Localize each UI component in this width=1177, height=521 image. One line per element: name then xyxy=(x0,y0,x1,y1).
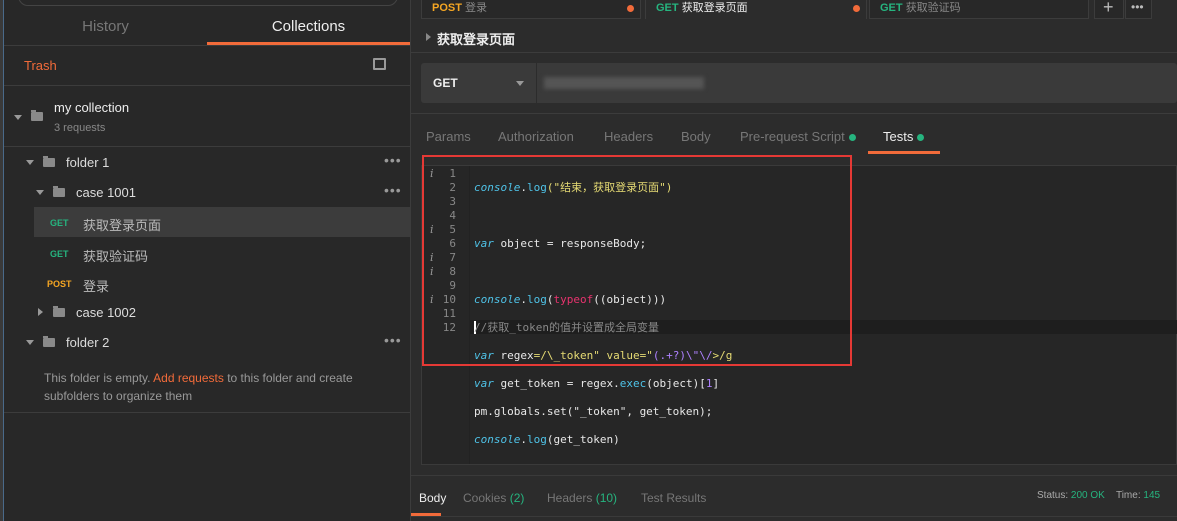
method-badge: GET xyxy=(50,249,69,259)
tab-params[interactable]: Params xyxy=(426,129,471,144)
tab-label: Pre-request Script xyxy=(740,129,845,144)
folder-icon xyxy=(43,336,55,347)
tab-headers[interactable]: Headers xyxy=(604,129,653,144)
response-status: Status: 200 OK Time: 145 xyxy=(1037,490,1161,501)
case-1001-row[interactable]: case 1001 ••• xyxy=(4,180,410,204)
tab-authorization[interactable]: Authorization xyxy=(498,129,574,144)
tab-tests[interactable]: Tests xyxy=(883,129,925,144)
divider xyxy=(4,45,410,46)
folder-name: case 1002 xyxy=(76,305,136,320)
request-name: 登录 xyxy=(83,279,110,294)
divider xyxy=(4,146,410,147)
code-line: var get_token = regex.exec(object)[1] xyxy=(474,377,720,390)
tab-test-results[interactable]: Test Results xyxy=(641,491,706,505)
folder-icon xyxy=(53,186,65,197)
chevron-down-icon[interactable] xyxy=(36,190,44,195)
method-badge: GET xyxy=(50,218,69,228)
code-line: pm.globals.set("_token", get_token); xyxy=(474,405,713,418)
unsaved-dot-icon xyxy=(627,5,634,12)
chevron-right-icon[interactable] xyxy=(38,308,43,316)
empty-folder-message: This folder is empty. Add requests to th… xyxy=(44,369,384,405)
more-options-icon[interactable]: ••• xyxy=(384,182,402,198)
blurred-url xyxy=(544,77,704,89)
tab-cookies[interactable]: Cookies (2) xyxy=(463,491,524,505)
request-name: 获取登录页面 xyxy=(83,218,162,233)
tab-collections[interactable]: Collections xyxy=(207,10,410,46)
request-name: 获取验证码 xyxy=(83,249,149,264)
folder-2-row[interactable]: folder 2 ••• xyxy=(4,330,410,354)
method-value: GET xyxy=(433,76,458,90)
tab-name: 登录 xyxy=(465,2,488,14)
chevron-down-icon[interactable] xyxy=(26,160,34,165)
folder-icon xyxy=(31,110,43,121)
highlight-box xyxy=(422,155,852,366)
url-input[interactable] xyxy=(538,63,1177,103)
divider xyxy=(4,85,410,86)
method-badge: POST xyxy=(47,279,72,289)
tab-history[interactable]: History xyxy=(4,10,207,46)
divider xyxy=(4,412,410,413)
request-tab[interactable]: POST 登录 xyxy=(421,0,641,19)
tab-response-body[interactable]: Body xyxy=(419,491,446,505)
divider xyxy=(411,52,1177,53)
tab-options-button[interactable]: ••• xyxy=(1125,0,1152,19)
status-dot-icon xyxy=(848,134,856,142)
tab-body[interactable]: Body xyxy=(681,129,711,144)
request-item[interactable]: POST 登录 xyxy=(34,268,410,298)
chevron-right-icon[interactable] xyxy=(426,33,431,41)
search-input[interactable] xyxy=(18,0,398,6)
more-options-icon[interactable]: ••• xyxy=(384,152,402,168)
more-options-icon[interactable]: ••• xyxy=(384,332,402,348)
url-bar: GET xyxy=(421,63,1177,103)
empty-text: This folder is empty. xyxy=(44,371,154,385)
active-tab-indicator xyxy=(207,42,410,45)
divider xyxy=(411,475,1177,476)
folder-name: folder 2 xyxy=(66,335,110,350)
collection-name[interactable]: my collection xyxy=(54,100,129,115)
method-select[interactable]: GET xyxy=(421,63,537,103)
tab-response-headers[interactable]: Headers (10) xyxy=(547,491,617,505)
tab-pre-request-script[interactable]: Pre-request Script xyxy=(740,129,856,144)
folder-icon xyxy=(53,306,65,317)
folder-1-row[interactable]: folder 1 ••• xyxy=(4,150,410,174)
code-line: console.log(get_token) xyxy=(474,433,620,446)
request-item[interactable]: GET 获取验证码 xyxy=(34,238,410,268)
folder-name: case 1001 xyxy=(76,185,136,200)
tab-name: 获取验证码 xyxy=(905,2,961,14)
new-collection-icon[interactable] xyxy=(373,58,386,70)
tab-label: Tests xyxy=(883,129,914,144)
tab-name: 获取登录页面 xyxy=(681,2,748,14)
request-title[interactable]: 获取登录页面 xyxy=(437,29,515,48)
divider xyxy=(411,516,1177,517)
chevron-down-icon[interactable] xyxy=(26,340,34,345)
unsaved-dot-icon xyxy=(853,5,860,12)
collection-count: 3 requests xyxy=(54,122,106,134)
add-requests-link[interactable]: Add requests xyxy=(153,371,224,385)
request-tab[interactable]: GET 获取验证码 xyxy=(869,0,1089,19)
case-1002-row[interactable]: case 1002 xyxy=(4,300,410,324)
folder-name: folder 1 xyxy=(66,155,110,170)
method-badge: GET xyxy=(880,2,903,14)
folder-icon xyxy=(43,156,55,167)
active-tab-indicator xyxy=(868,151,940,154)
divider xyxy=(411,113,1177,114)
trash-link[interactable]: Trash xyxy=(24,58,57,73)
sidebar: History Collections Trash my collection … xyxy=(0,0,411,521)
request-item[interactable]: GET 获取登录页面 xyxy=(34,207,410,237)
window-edge xyxy=(0,0,4,521)
chevron-down-icon[interactable] xyxy=(14,115,22,120)
method-badge: GET xyxy=(656,2,679,14)
chevron-down-icon xyxy=(516,81,524,86)
request-tab-active[interactable]: GET 获取登录页面 xyxy=(645,0,867,19)
status-dot-icon xyxy=(917,134,925,142)
new-tab-button[interactable]: + xyxy=(1094,0,1124,19)
method-badge: POST xyxy=(432,2,462,14)
